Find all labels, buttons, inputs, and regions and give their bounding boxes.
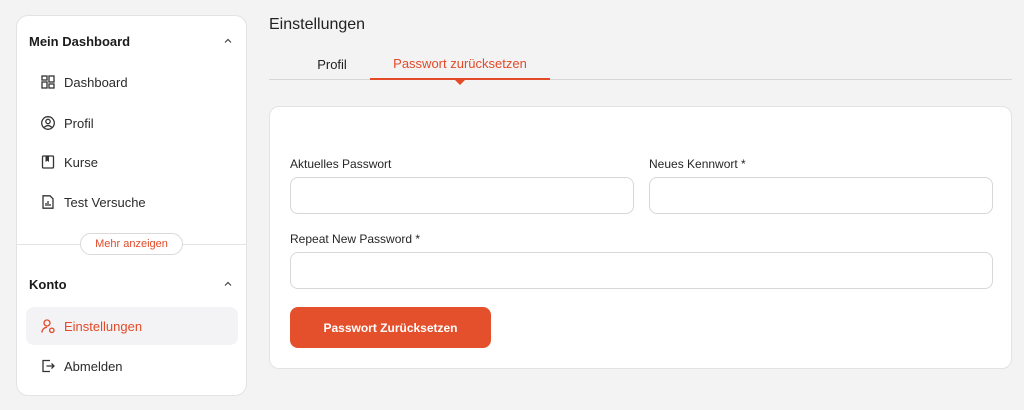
show-more-button[interactable]: Mehr anzeigen (80, 233, 183, 255)
report-chart-icon (40, 194, 56, 210)
reset-password-button[interactable]: Passwort Zurücksetzen (290, 307, 491, 348)
password-reset-card: Aktuelles Passwort Neues Kennwort * Repe… (269, 106, 1012, 369)
user-settings-icon (40, 318, 56, 334)
sidebar-item-label: Kurse (64, 154, 98, 170)
sidebar-item-label: Test Versuche (64, 194, 146, 210)
sidebar-item-label: Einstellungen (64, 318, 143, 334)
repeat-password-label: Repeat New Password * (290, 232, 421, 246)
sidebar-item-test-versuche[interactable]: Test Versuche (26, 183, 238, 221)
sidebar-item-dashboard[interactable]: Dashboard (26, 63, 238, 101)
tab-profil[interactable]: Profil (307, 48, 357, 80)
sidebar-item-label: Dashboard (64, 74, 128, 90)
dashboard-grid-icon (40, 74, 56, 90)
tab-label: Passwort zurücksetzen (393, 55, 527, 71)
section-title-konto: Konto (29, 276, 67, 292)
show-more-row: Mehr anzeigen (17, 233, 246, 255)
sidebar: Mein Dashboard Dashboard Profil Kurse Te… (16, 15, 247, 396)
section-title-dashboard: Mein Dashboard (29, 33, 131, 49)
chevron-up-icon[interactable] (222, 278, 234, 290)
book-icon (40, 154, 56, 170)
sidebar-item-einstellungen[interactable]: Einstellungen (26, 307, 238, 345)
active-tab-caret-icon (455, 80, 465, 85)
tab-bar: Profil Passwort zurücksetzen (269, 48, 1012, 85)
logout-icon (40, 358, 56, 374)
sidebar-item-profil[interactable]: Profil (26, 104, 238, 142)
sidebar-item-abmelden[interactable]: Abmelden (26, 347, 238, 385)
sidebar-item-kurse[interactable]: Kurse (26, 143, 238, 181)
new-password-label: Neues Kennwort * (649, 157, 746, 171)
sidebar-item-label: Profil (64, 115, 94, 131)
sidebar-item-label: Abmelden (64, 358, 123, 374)
current-password-input[interactable] (290, 177, 634, 214)
section-header-dashboard[interactable]: Mein Dashboard (29, 29, 234, 53)
section-header-konto[interactable]: Konto (29, 272, 234, 296)
current-password-label: Aktuelles Passwort (290, 157, 392, 171)
repeat-password-input[interactable] (290, 252, 993, 289)
tab-passwort-zuruecksetzen[interactable]: Passwort zurücksetzen (370, 48, 550, 85)
user-circle-icon (40, 115, 56, 131)
new-password-input[interactable] (649, 177, 993, 214)
page-title: Einstellungen (269, 16, 366, 33)
chevron-up-icon[interactable] (222, 35, 234, 47)
